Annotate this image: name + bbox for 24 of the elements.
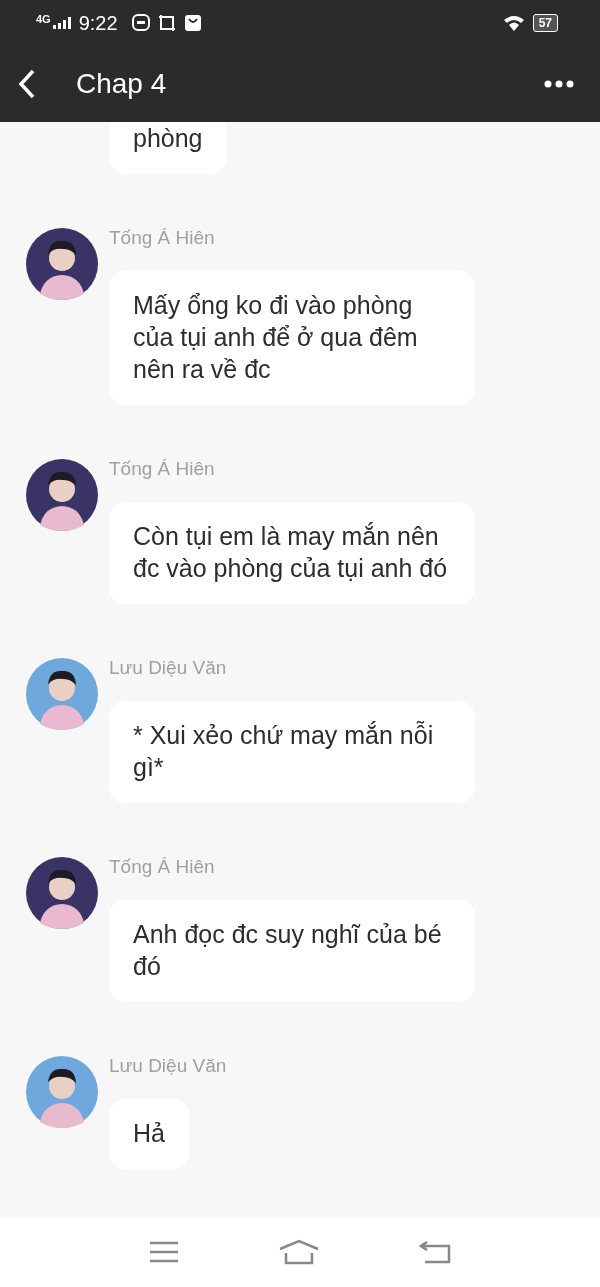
back-icon[interactable] xyxy=(18,69,36,99)
chapter-title: Chap 4 xyxy=(76,68,167,100)
message-bubble: Còn tụi em là may mắn nên đc vào phòng của tụi anh đó xyxy=(109,502,475,604)
message-bubble: Anh đọc đc suy nghĩ của bé đó xyxy=(109,900,475,1002)
message-bubble: * Xui xẻo chứ may mắn nỗi gì* xyxy=(109,701,475,803)
back-nav-icon[interactable] xyxy=(418,1240,451,1264)
sender-name: Tống Á Hiên xyxy=(109,855,215,879)
wifi-icon xyxy=(502,15,525,31)
sender-name: Tống Á Hiên xyxy=(109,226,215,250)
more-icon[interactable] xyxy=(544,80,574,88)
sender-name: Lưu Diệu Văn xyxy=(109,1054,227,1078)
message-bubble: Mấy ổng ko đi vào phòng của tụi anh để ở qua đêm nên ra về đc xyxy=(109,271,475,405)
signal-icon xyxy=(52,17,71,29)
message-bubble: Hả xyxy=(109,1099,189,1169)
network-type: 4G xyxy=(36,13,51,25)
menu-icon[interactable] xyxy=(149,1241,180,1263)
chat-app-icon xyxy=(131,14,150,32)
sender-name: Lưu Diệu Văn xyxy=(109,656,227,680)
clock-time: 9:22 xyxy=(78,11,118,35)
home-icon[interactable] xyxy=(278,1239,320,1265)
screenshot-icon xyxy=(157,14,176,32)
sender-name: Tống Á Hiên xyxy=(109,457,215,481)
battery-icon: 57 xyxy=(532,14,558,32)
bag-icon xyxy=(183,14,202,32)
